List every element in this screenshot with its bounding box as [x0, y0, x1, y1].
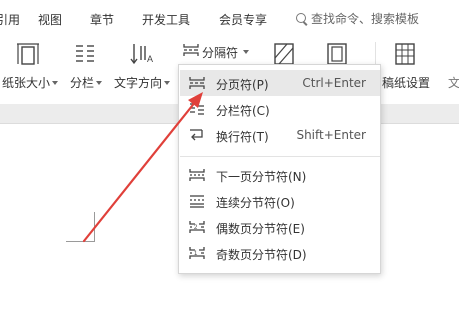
section-break-even-page-icon: 2	[189, 221, 205, 233]
columns-icon	[76, 45, 94, 62]
separator-label: 分隔符	[202, 46, 239, 60]
menu-item-label: 换行符(T)	[216, 130, 269, 144]
menu-item-label: 奇数页分节符(D)	[216, 248, 307, 262]
tab-view[interactable]: 视图	[38, 11, 62, 28]
menu-item-page-break[interactable]: 分页符(P) Ctrl+Enter	[180, 70, 380, 96]
menu-item-section-break-continuous[interactable]: 连续分节符(O)	[180, 188, 380, 214]
cut-off-label: 文	[448, 76, 459, 90]
menu-item-shortcut: Shift+Enter	[296, 128, 366, 142]
text-direction-icon: A	[130, 44, 153, 65]
section-break-odd-page-icon: 1	[189, 247, 205, 259]
section-break-next-page-icon	[189, 169, 205, 181]
line-break-icon	[190, 129, 203, 141]
margin-corner-mark-horizontal	[66, 241, 95, 242]
menu-bar: 引用 视图 章节 开发工具 会员专享 查找命令、搜索模板	[0, 0, 459, 36]
text-direction-label: 文字方向	[114, 76, 163, 90]
menu-item-section-break-odd-page[interactable]: 1 奇数页分节符(D)	[180, 240, 380, 266]
chevron-down-icon	[52, 81, 59, 85]
chevron-down-icon	[243, 50, 249, 54]
menu-item-label: 连续分节符(O)	[216, 196, 295, 210]
menu-item-label: 分栏符(C)	[216, 104, 270, 118]
menu-item-section-break-even-page[interactable]: 2 偶数页分节符(E)	[180, 214, 380, 240]
menu-item-label: 分页符(P)	[216, 78, 269, 92]
menu-item-shortcut: Ctrl+Enter	[302, 76, 366, 90]
columns-label: 分栏	[70, 76, 95, 90]
menu-item-section-break-next-page[interactable]: 下一页分节符(N)	[180, 162, 380, 188]
column-break-icon	[190, 103, 204, 115]
separator-icon	[183, 44, 199, 56]
section-break-continuous-icon	[190, 195, 204, 208]
tab-references[interactable]: 引用	[0, 11, 20, 28]
menu-item-column-break[interactable]: 分栏符(C)	[180, 96, 380, 122]
menu-item-line-break[interactable]: 换行符(T) Shift+Enter	[180, 122, 380, 148]
margin-corner-mark	[94, 212, 95, 242]
separator-button[interactable]: 分隔符	[179, 40, 249, 62]
svg-text:A: A	[147, 54, 153, 64]
chevron-down-icon	[164, 81, 171, 85]
tab-developer-tools[interactable]: 开发工具	[142, 11, 190, 28]
search-icon	[296, 13, 308, 25]
menu-item-label: 下一页分节符(N)	[216, 170, 307, 184]
search-box[interactable]: 查找命令、搜索模板	[296, 10, 419, 27]
grid-paper-icon	[395, 43, 415, 65]
text-direction-button[interactable]: 文字方向	[114, 74, 171, 91]
columns-button[interactable]: 分栏	[70, 74, 103, 91]
separator-dropdown-menu: 分页符(P) Ctrl+Enter 分栏符(C) 换行符(T) Shift+En…	[178, 64, 381, 274]
search-label: 查找命令、搜索模板	[311, 12, 420, 26]
chevron-down-icon	[96, 81, 103, 85]
page-border-icon[interactable]	[273, 42, 295, 66]
paper-size-label: 纸张大小	[2, 76, 51, 90]
paper-size-button[interactable]: 纸张大小	[2, 74, 59, 91]
tab-member-exclusive[interactable]: 会员专享	[219, 11, 267, 28]
page-setup-icon[interactable]	[326, 42, 348, 66]
tab-sections[interactable]: 章节	[90, 11, 114, 28]
page-break-icon	[189, 77, 205, 89]
menu-divider	[180, 156, 380, 157]
paper-size-icon	[17, 43, 39, 65]
menu-item-label: 偶数页分节符(E)	[216, 222, 305, 236]
paper-settings-button[interactable]: 稿纸设置	[382, 74, 430, 91]
